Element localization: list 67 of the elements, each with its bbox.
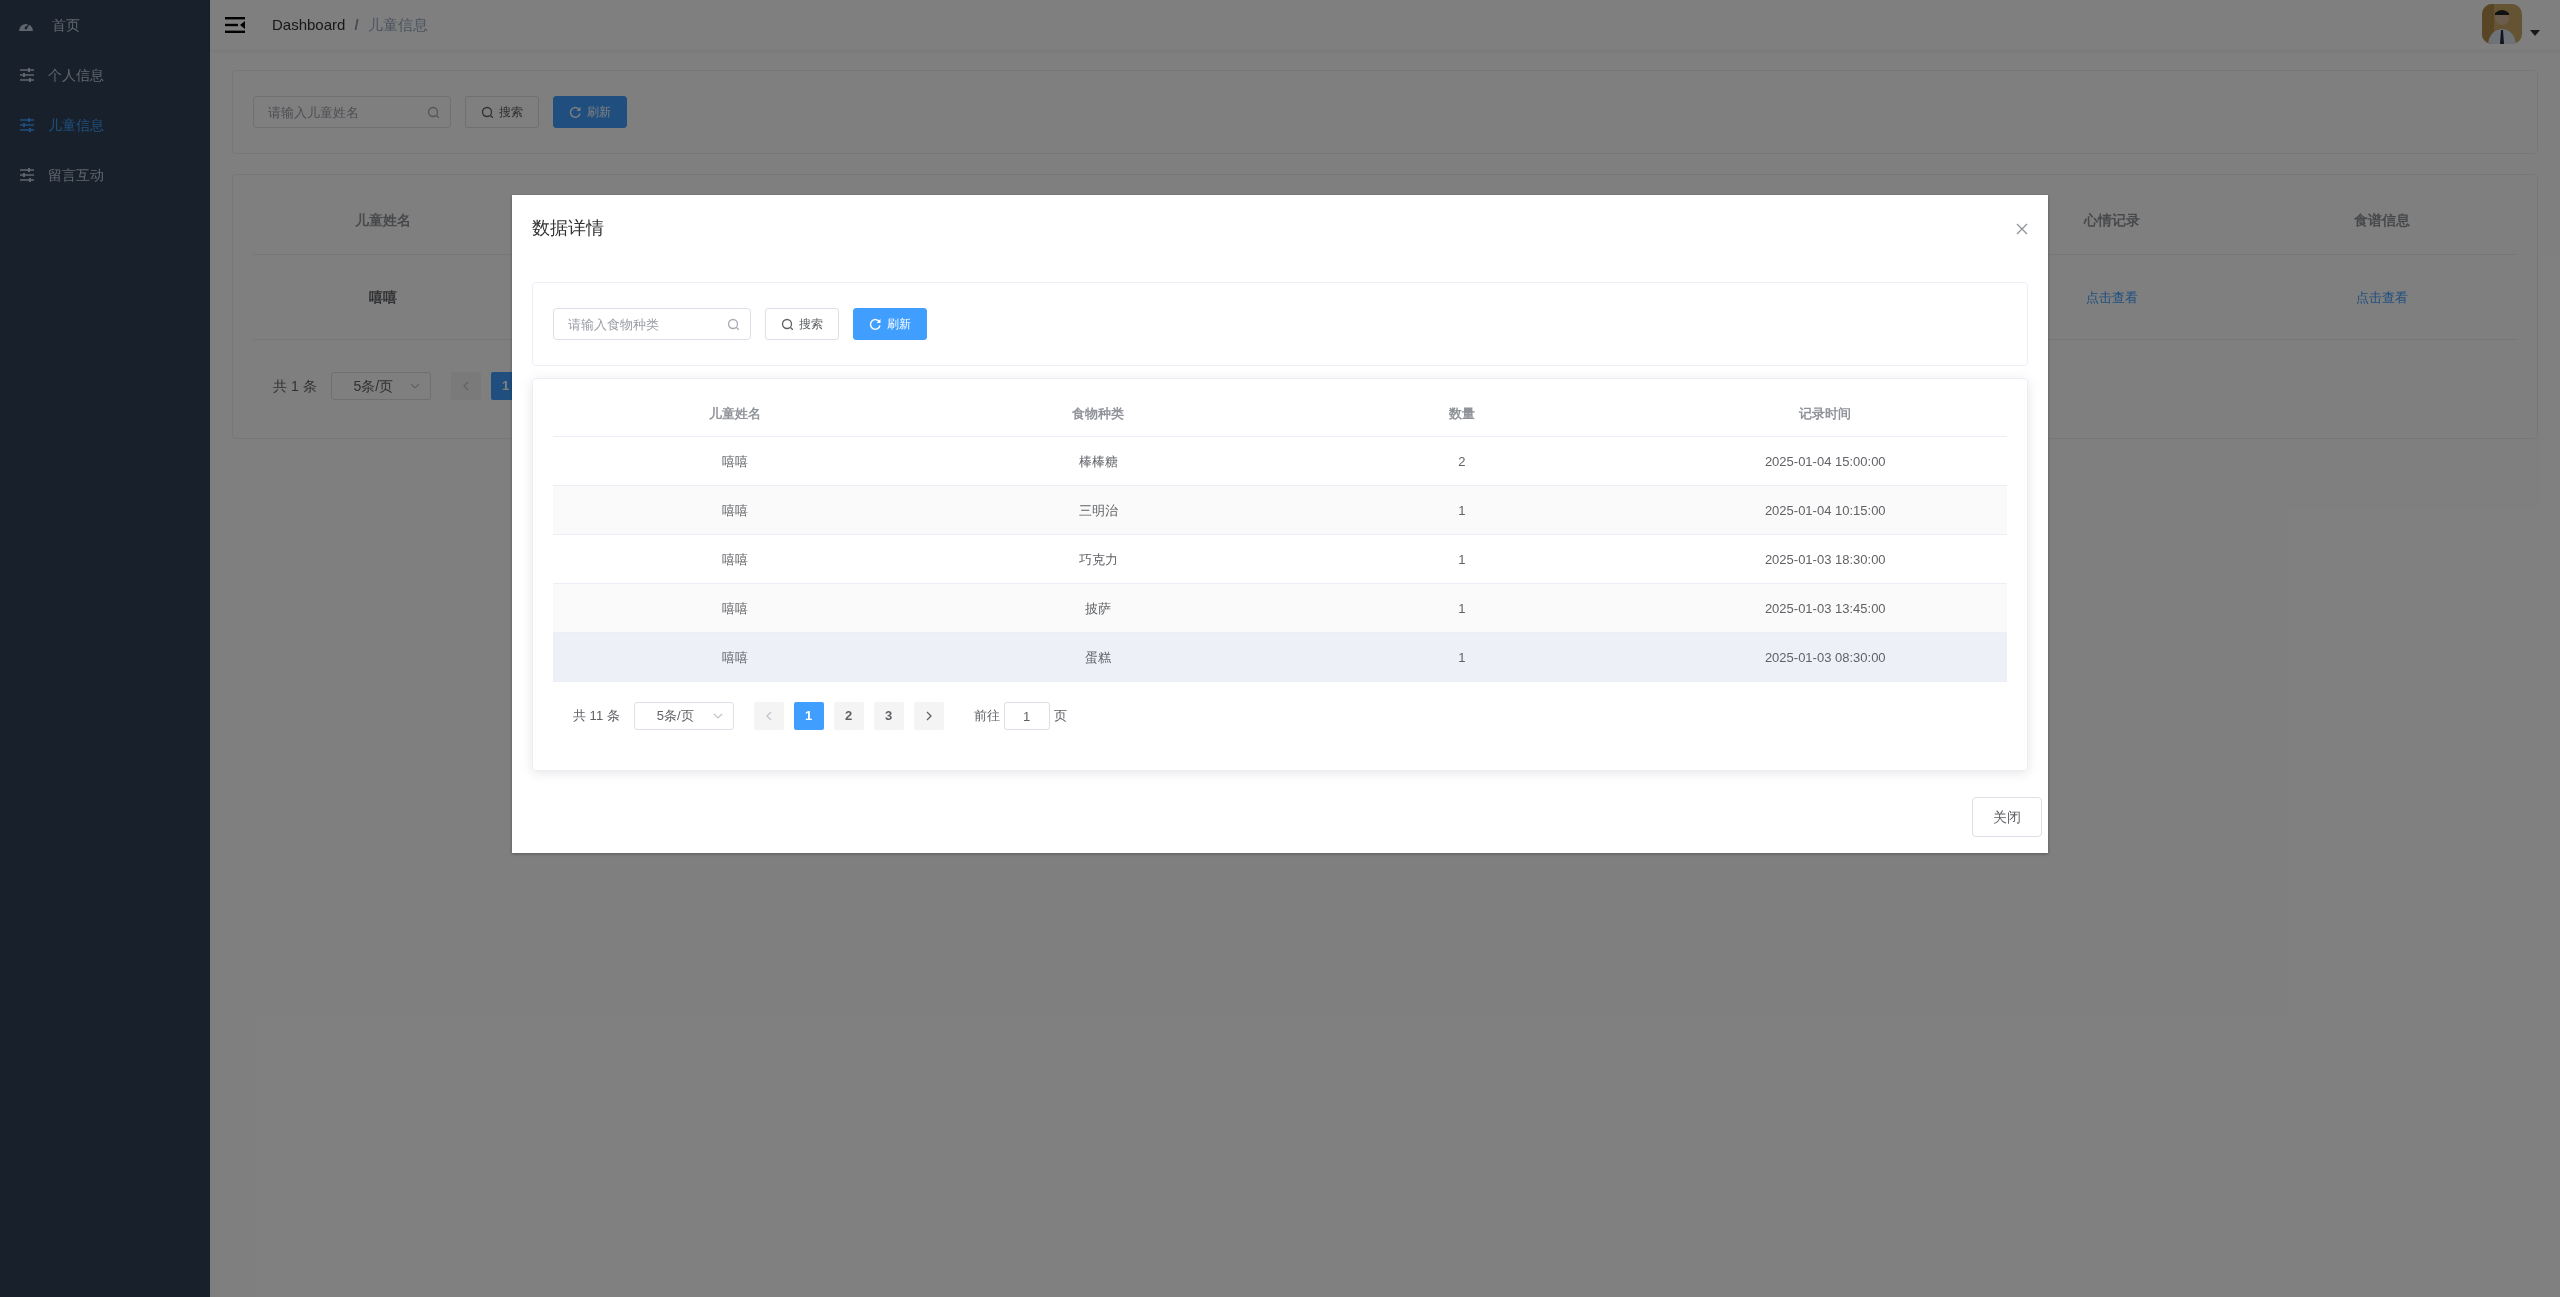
search-icon (727, 318, 739, 330)
table-cell: 棒棒糖 (1078, 454, 1118, 469)
table-cell: 嘻嘻 (721, 601, 748, 616)
caret-down-icon[interactable] (2530, 30, 2540, 36)
search-field[interactable]: 请输入食物种类 (553, 308, 751, 340)
sliders-icon (20, 118, 34, 132)
table-cell: 1 (1458, 601, 1466, 616)
table-cell: 嘻嘻 (721, 503, 748, 518)
page-number-field[interactable]: 1 (1003, 702, 1050, 730)
search-icon (427, 106, 439, 118)
table-cell: 嘻嘻 (721, 650, 748, 665)
dialog-title: 数据详情 (532, 217, 604, 240)
table-cell: 1 (1458, 650, 1466, 665)
refresh-button[interactable]: 刷新 (853, 308, 927, 340)
table-cell: 嘻嘻 (721, 454, 748, 469)
page-size-select[interactable]: 5条/页 (330, 372, 431, 400)
search-button[interactable]: 搜索 (765, 308, 839, 340)
table-row[interactable]: 嘻嘻 蛋糕 1 2025-01-03 08:30:00 (553, 633, 2007, 682)
search-icon (781, 318, 793, 330)
page-size-select[interactable]: 5条/页 (633, 702, 734, 730)
table-cell: 2 (1458, 454, 1466, 469)
column-header: 数量 (1448, 405, 1475, 421)
refresh-icon (569, 106, 581, 118)
chevron-left-icon (462, 381, 469, 391)
search-icon (481, 106, 493, 118)
page-suffix: 页 (1053, 707, 1067, 726)
column-header: 记录时间 (1799, 405, 1852, 421)
table-cell: 蛋糕 (1085, 650, 1112, 665)
table-cell: 嘻嘻 (721, 552, 748, 567)
total-count: 共 11 条 (573, 707, 620, 726)
sliders-icon (20, 68, 34, 82)
table-cell: 披萨 (1085, 601, 1112, 616)
chevron-left-icon (765, 711, 772, 721)
page-button[interactable]: 2 (833, 702, 864, 730)
table-cell: 2025-01-03 13:45:00 (1764, 601, 1886, 616)
close-button[interactable]: 关闭 (1972, 797, 2042, 837)
sidebar-item[interactable]: 留言互动 (0, 150, 210, 200)
chevron-right-icon (925, 711, 932, 721)
table-row[interactable]: 嘻嘻 三明治 1 2025-01-04 10:15:00 (553, 486, 2007, 535)
column-header: 儿童姓名 (708, 405, 761, 421)
table-cell: 嘻嘻 (369, 289, 397, 305)
table-cell: 1 (1458, 503, 1466, 518)
goto-label: 前往 (973, 707, 1000, 726)
page-button[interactable]: 3 (873, 702, 904, 730)
sidebar-item[interactable]: 首页 (0, 0, 210, 50)
search-button[interactable]: 搜索 (465, 96, 539, 128)
breadcrumb-separator: / (354, 14, 359, 35)
table-cell: 2025-01-04 15:00:00 (1764, 454, 1886, 469)
total-count: 共 1 条 (273, 376, 317, 396)
table-cell: 三明治 (1078, 503, 1118, 518)
table-cell: 2025-01-03 08:30:00 (1764, 650, 1886, 665)
table-row[interactable]: 嘻嘻 披萨 1 2025-01-03 13:45:00 (553, 584, 2007, 633)
chevron-down-icon (712, 713, 723, 719)
sidebar-item[interactable]: 个人信息 (0, 50, 210, 100)
breadcrumb-link[interactable]: Dashboard (272, 13, 346, 37)
sliders-icon (20, 168, 34, 182)
table-cell: 1 (1458, 552, 1466, 567)
refresh-icon (869, 318, 881, 330)
menu-icon[interactable] (225, 17, 245, 33)
next-page-button[interactable] (913, 702, 944, 730)
chevron-down-icon (409, 383, 420, 389)
page-button[interactable]: 1 (793, 702, 824, 730)
table-cell: 巧克力 (1078, 552, 1118, 567)
table-cell: 2025-01-03 18:30:00 (1764, 552, 1886, 567)
table-cell: 2025-01-04 10:15:00 (1764, 503, 1886, 518)
close-icon[interactable] (2016, 222, 2028, 235)
column-header: 食物种类 (1072, 405, 1125, 421)
